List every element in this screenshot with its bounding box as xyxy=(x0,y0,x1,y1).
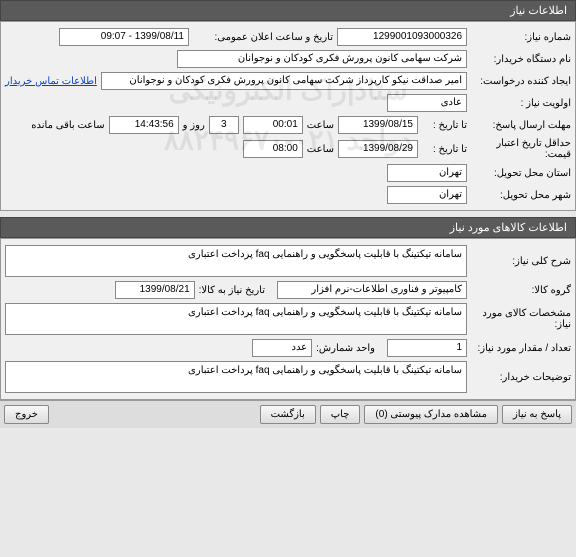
label-to-date2: تا تاریخ : xyxy=(422,144,467,155)
field-province: تهران xyxy=(387,164,467,182)
label-time2: ساعت xyxy=(307,144,334,155)
label-unit: واحد شمارش: xyxy=(316,343,375,354)
field-buyer-notes: سامانه تیکتینگ با قابلیت پاسخگویی و راهن… xyxy=(5,361,467,393)
label-city: شهر محل تحویل: xyxy=(471,190,571,201)
label-creator: ایجاد کننده درخواست: xyxy=(471,76,571,87)
label-general-desc: شرح کلی نیاز: xyxy=(471,256,571,267)
field-creator: امیر صداقت نیکو کارپرداز شرکت سهامی کانو… xyxy=(101,72,467,90)
field-need-no: 1299001093000326 xyxy=(337,28,467,46)
label-need-no: شماره نیاز: xyxy=(471,32,571,43)
respond-button[interactable]: پاسخ به نیاز xyxy=(502,405,572,424)
label-to-date: تا تاریخ : xyxy=(422,120,467,131)
field-goods-group: کامپیوتر و فناوری اطلاعات-نرم افزار xyxy=(277,281,467,299)
field-qty: 1 xyxy=(387,339,467,357)
section-header-need-info: اطلاعات نیاز xyxy=(0,0,576,21)
label-org-name: نام دستگاه خریدار: xyxy=(471,54,571,65)
field-goods-spec: سامانه تیکتینگ با قابلیت پاسخگویی و راهن… xyxy=(5,303,467,335)
label-buyer-notes: توضیحات خریدار: xyxy=(471,372,571,383)
field-valid-date: 1399/08/29 xyxy=(338,140,418,158)
label-deadline: مهلت ارسال پاسخ: xyxy=(471,120,571,131)
label-goods-spec: مشخصات کالای مورد نیاز: xyxy=(471,308,571,330)
exit-button[interactable]: خروج xyxy=(4,405,49,424)
field-unit: عدد xyxy=(252,339,312,357)
need-info-panel: ستاد|راک الکترونیکی دواحد ۰۲۱-۸۸۲۴۹۶۷۰ ش… xyxy=(0,21,576,211)
goods-info-panel: شرح کلی نیاز: سامانه تیکتینگ با قابلیت پ… xyxy=(0,238,576,400)
attachments-button[interactable]: مشاهده مدارک پیوستی (0) xyxy=(364,405,498,424)
link-contact[interactable]: اطلاعات تماس خریدار xyxy=(5,76,97,87)
field-org-name: شرکت سهامی کانون پرورش فکری کودکان و نوج… xyxy=(177,50,467,68)
label-day-and: روز و xyxy=(183,120,205,131)
label-announce-dt: تاریخ و ساعت اعلان عمومی: xyxy=(193,32,333,43)
print-button[interactable]: چاپ xyxy=(320,405,361,424)
field-valid-time: 08:00 xyxy=(243,140,303,158)
label-priority: اولویت نیاز : xyxy=(471,98,571,109)
button-bar: پاسخ به نیاز مشاهده مدارک پیوستی (0) چاپ… xyxy=(0,400,576,428)
field-announce-dt: 1399/08/11 - 09:07 xyxy=(59,28,189,46)
field-general-desc: سامانه تیکتینگ با قابلیت پاسخگویی و راهن… xyxy=(5,245,467,277)
field-deadline-date: 1399/08/15 xyxy=(338,116,418,134)
label-remaining: ساعت باقی مانده xyxy=(31,120,104,131)
field-remain-days: 3 xyxy=(209,116,239,134)
back-button[interactable]: بازگشت xyxy=(260,405,316,424)
label-need-by: تاریخ نیاز به کالا: xyxy=(199,285,265,296)
field-need-by: 1399/08/21 xyxy=(115,281,195,299)
label-qty: تعداد / مقدار مورد نیاز: xyxy=(471,343,571,354)
label-min-valid: حداقل تاریخ اعتبار قیمت: xyxy=(471,138,571,160)
section-header-goods: اطلاعات کالاهای مورد نیاز xyxy=(0,217,576,238)
field-city: تهران xyxy=(387,186,467,204)
field-priority: عادی xyxy=(387,94,467,112)
field-deadline-time: 00:01 xyxy=(243,116,303,134)
label-time1: ساعت xyxy=(307,120,334,131)
label-goods-group: گروه کالا: xyxy=(471,285,571,296)
label-province: استان محل تحویل: xyxy=(471,168,571,179)
field-remain-time: 14:43:56 xyxy=(109,116,179,134)
